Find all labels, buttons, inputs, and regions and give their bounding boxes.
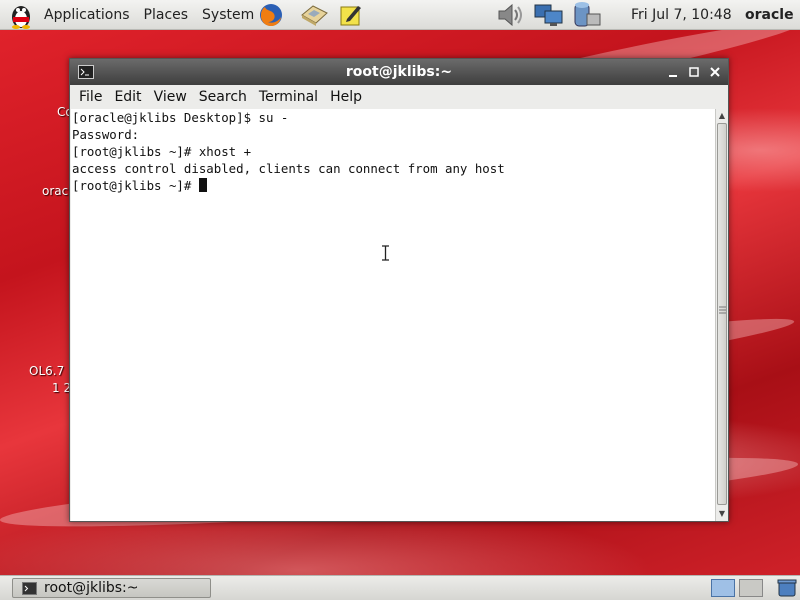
scroll-down-arrow-icon[interactable]: ▼: [716, 507, 728, 520]
top-panel: Applications Places System Fri Jul 7, 10…: [0, 0, 800, 30]
bottom-panel: root@jklibs:~: [0, 575, 800, 600]
close-icon: [710, 67, 720, 77]
volume-icon[interactable]: [496, 3, 526, 27]
maximize-icon: [689, 67, 699, 77]
trash-icon[interactable]: [777, 579, 797, 597]
applications-menu[interactable]: Applications: [37, 0, 137, 30]
menu-view[interactable]: View: [148, 85, 193, 109]
panel-menus: Applications Places System: [37, 0, 261, 30]
window-title: root@jklibs:~: [345, 64, 453, 80]
user-menu[interactable]: oracle: [745, 0, 794, 30]
taskbar-window-button[interactable]: root@jklibs:~: [12, 578, 211, 598]
terminal-task-icon: [22, 582, 37, 595]
workspace-2[interactable]: [739, 579, 763, 597]
terminal-prompt-line: [root@jklibs ~]#: [72, 177, 715, 194]
system-menu[interactable]: System: [195, 0, 261, 30]
ibeam-cursor-icon: [382, 245, 389, 261]
terminal-menubar: File Edit View Search Terminal Help: [70, 85, 728, 109]
menu-help[interactable]: Help: [324, 85, 368, 109]
workspace-1[interactable]: [711, 579, 735, 597]
terminal-line: [root@jklibs ~]# xhost +: [72, 144, 252, 159]
terminal-line: access control disabled, clients can con…: [72, 161, 505, 176]
software-updates-icon[interactable]: [570, 1, 603, 29]
menu-file[interactable]: File: [70, 85, 108, 109]
scroll-thumb[interactable]: [717, 123, 727, 505]
vertical-scrollbar[interactable]: ▲ ▼: [715, 109, 728, 521]
grip-icon: [719, 306, 726, 314]
places-menu[interactable]: Places: [137, 0, 196, 30]
maximize-button[interactable]: [686, 64, 702, 80]
firefox-launcher-icon[interactable]: [259, 3, 283, 27]
menu-edit[interactable]: Edit: [108, 85, 147, 109]
notes-launcher-icon[interactable]: [339, 3, 363, 27]
window-titlebar[interactable]: root@jklibs:~: [70, 59, 728, 85]
minimize-icon: [669, 75, 677, 77]
terminal-line: [oracle@jklibs Desktop]$ su -: [72, 110, 289, 125]
clock[interactable]: Fri Jul 7, 10:48: [631, 0, 732, 30]
menu-search[interactable]: Search: [193, 85, 253, 109]
mail-launcher-icon[interactable]: [299, 3, 329, 27]
taskbar-window-label: root@jklibs:~: [44, 580, 139, 596]
close-button[interactable]: [707, 64, 723, 80]
terminal-output[interactable]: [oracle@jklibs Desktop]$ su - Password: …: [71, 109, 715, 521]
text-cursor: [198, 178, 207, 192]
desktop-icon-label-ol67[interactable]: OL6.7: [29, 364, 64, 378]
scroll-up-arrow-icon[interactable]: ▲: [716, 109, 728, 122]
terminal-window: root@jklibs:~ File Edit View Search Term…: [69, 58, 729, 522]
network-icon[interactable]: [533, 3, 565, 27]
terminal-line: Password:: [72, 127, 140, 142]
minimize-button[interactable]: [665, 64, 681, 80]
tux-menu-icon[interactable]: [7, 2, 35, 29]
desktop-icon-label-oracle[interactable]: orac: [42, 184, 68, 198]
menu-terminal[interactable]: Terminal: [253, 85, 324, 109]
terminal-prompt: [root@jklibs ~]#: [72, 178, 199, 193]
